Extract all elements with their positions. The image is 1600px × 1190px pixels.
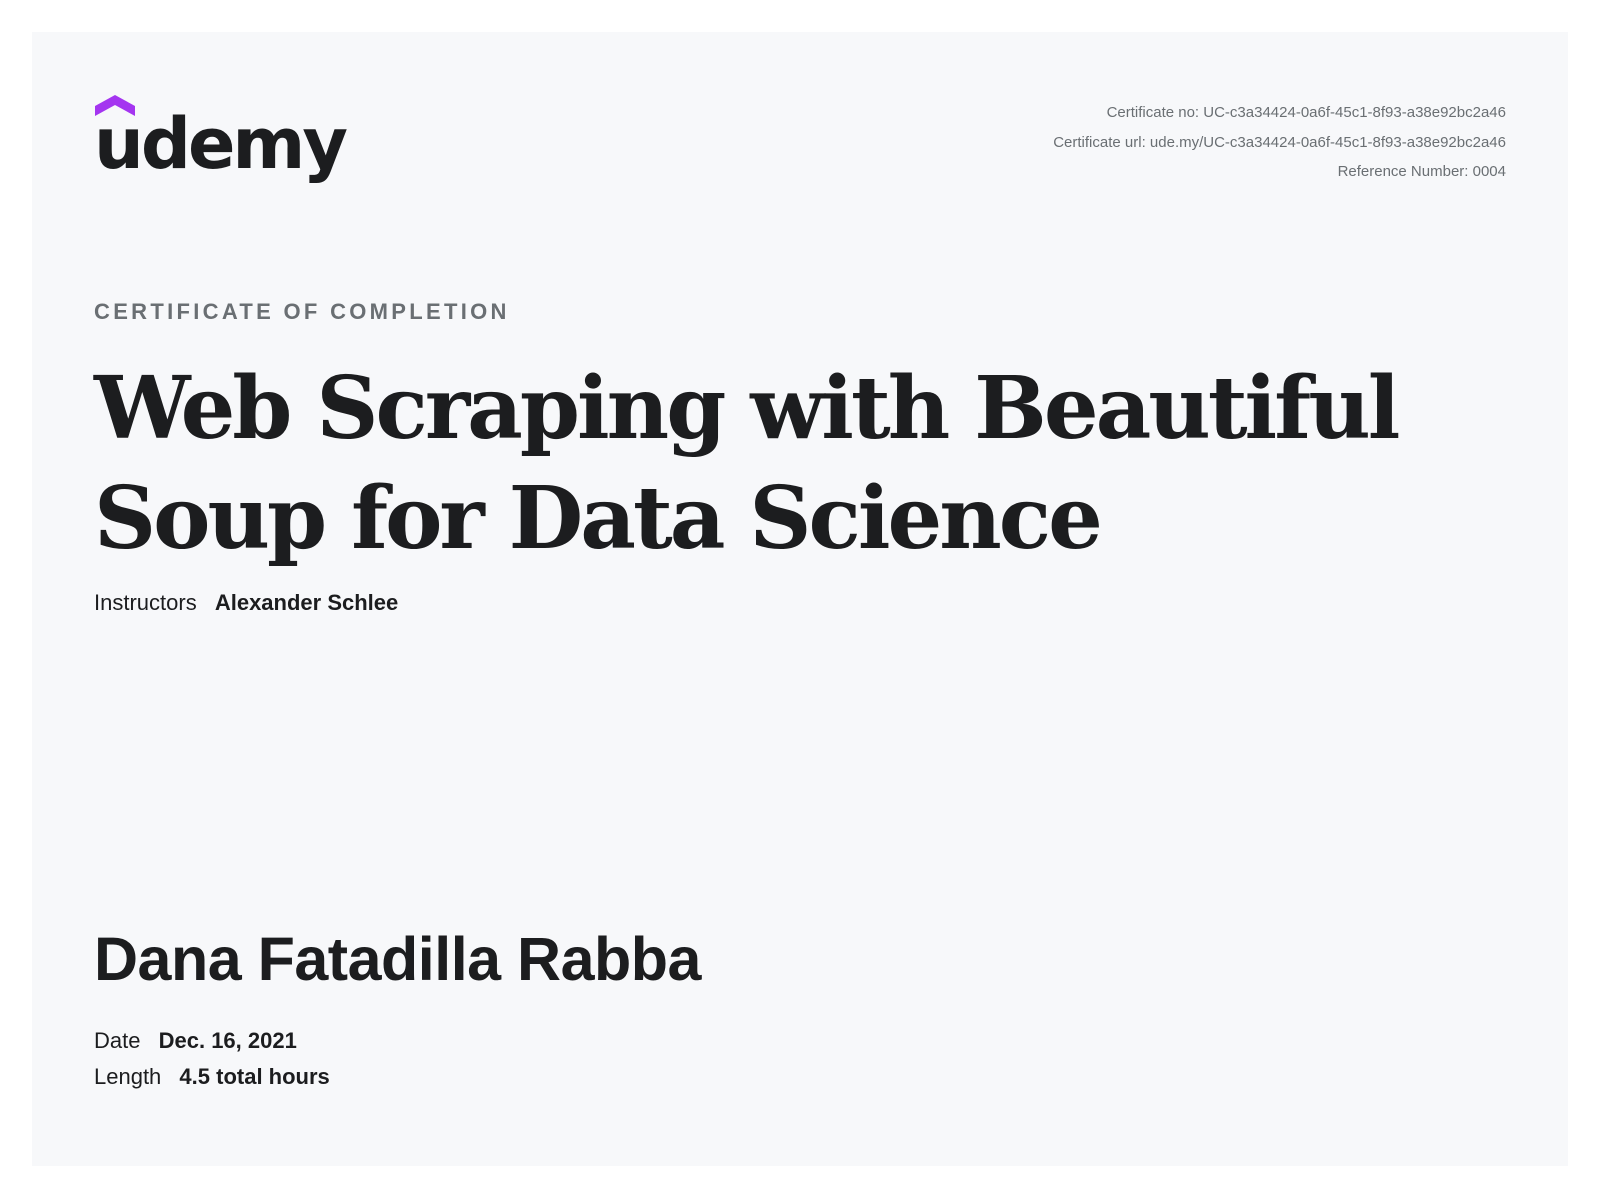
instructors-row: Instructors Alexander Schlee	[94, 590, 398, 616]
length-row: Length 4.5 total hours	[94, 1064, 330, 1090]
course-title: Web Scraping with Beautiful Soup for Dat…	[94, 358, 1400, 569]
certificate-meta: Certificate no: UC-c3a34424-0a6f-45c1-8f…	[1053, 98, 1506, 187]
reference-number: Reference Number: 0004	[1337, 163, 1506, 180]
date-label: Date	[94, 1028, 141, 1053]
instructors-label: Instructors	[94, 590, 197, 615]
certificate-heading: CERTIFICATE OF COMPLETION	[94, 299, 510, 324]
certificate-page: udemy Certificate no: UC-c3a34424-0a6f-4…	[32, 32, 1568, 1166]
udemy-logo: udemy	[94, 94, 364, 194]
length-value: 4.5 total hours	[179, 1064, 330, 1089]
certificate-url: Certificate url: ude.my/UC-c3a34424-0a6f…	[1053, 133, 1506, 151]
date-value: Dec. 16, 2021	[158, 1028, 297, 1053]
certificate-number: Certificate no: UC-c3a34424-0a6f-45c1-8f…	[1106, 104, 1506, 121]
recipient-name: Dana Fatadilla Rabba	[94, 925, 701, 993]
length-label: Length	[94, 1064, 162, 1089]
date-row: Date Dec. 16, 2021	[94, 1028, 297, 1054]
instructor-name: Alexander Schlee	[214, 590, 399, 615]
logo-wordmark: udemy	[94, 103, 348, 185]
